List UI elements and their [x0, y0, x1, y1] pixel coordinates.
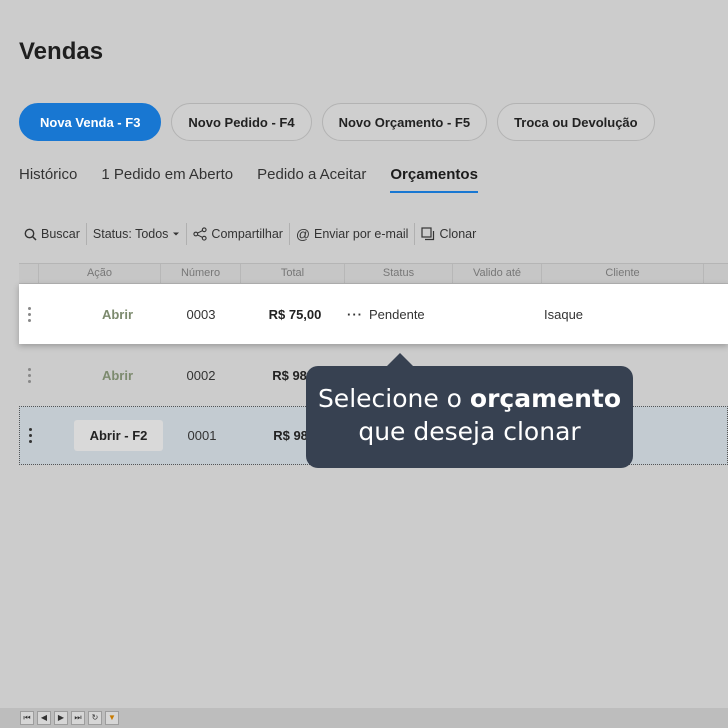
tooltip-line-1: Selecione o orçamento: [306, 382, 633, 415]
column-header-client[interactable]: Cliente: [542, 264, 704, 283]
clone-label: Clonar: [439, 227, 477, 241]
more-horizontal-icon: ···: [347, 306, 363, 322]
refresh-icon[interactable]: ↻: [88, 711, 102, 725]
share-icon: [193, 227, 208, 241]
row-menu-icon[interactable]: [20, 407, 40, 464]
email-label: Enviar por e-mail: [313, 227, 409, 241]
column-header-action[interactable]: Ação: [39, 264, 161, 283]
copy-icon: [421, 227, 435, 241]
first-page-icon[interactable]: ⏮: [20, 711, 34, 725]
search-button[interactable]: Buscar: [19, 227, 86, 241]
search-label: Buscar: [41, 227, 80, 241]
header-handle-cell: [19, 264, 39, 283]
tab-quotes[interactable]: Orçamentos: [390, 166, 478, 193]
caret-down-icon: [172, 227, 180, 241]
quote-total: R$ 75,00: [268, 306, 322, 322]
tab-bar: Histórico 1 Pedido em Aberto Pedido a Ac…: [19, 166, 502, 193]
exchange-return-button[interactable]: Troca ou Devolução: [497, 103, 655, 141]
grid-pager: ⏮ ◀ ▶ ⏭ ↻ ▼: [0, 708, 728, 728]
row-menu-icon[interactable]: [19, 345, 39, 405]
tab-open-orders[interactable]: 1 Pedido em Aberto: [101, 166, 233, 193]
tooltip-arrow: [386, 353, 414, 367]
at-sign-icon: @: [295, 226, 311, 242]
clone-button[interactable]: Clonar: [415, 227, 482, 241]
guide-tooltip: Selecione o orçamento que deseja clonar: [306, 353, 633, 468]
prev-page-icon[interactable]: ◀: [37, 711, 51, 725]
status-filter-dropdown[interactable]: Status: Todos: [87, 227, 187, 241]
share-button[interactable]: Compartilhar: [187, 227, 289, 241]
quote-client: Isaque: [544, 306, 584, 322]
action-bar: Nova Venda - F3 Novo Pedido - F4 Novo Or…: [19, 103, 655, 141]
grid-toolbar: Buscar Status: Todos Compartilhar @ Envi…: [19, 220, 482, 248]
new-sale-button[interactable]: Nova Venda - F3: [19, 103, 162, 141]
next-page-icon[interactable]: ▶: [54, 711, 68, 725]
email-button[interactable]: @ Enviar por e-mail: [290, 226, 414, 242]
table-row[interactable]: Abrir 0003 R$ 75,00 ··· Pendente Isaque: [19, 284, 728, 344]
page-title: Vendas: [19, 38, 104, 65]
column-header-valid-until[interactable]: Valido até: [453, 264, 542, 283]
column-header-total[interactable]: Total: [241, 264, 345, 283]
tooltip-text: Selecione o: [317, 384, 470, 413]
row-menu-icon[interactable]: [19, 284, 39, 344]
open-quote-button[interactable]: Abrir - F2: [73, 420, 164, 451]
tooltip-line-2: que deseja clonar: [358, 417, 581, 446]
search-icon: [23, 227, 37, 241]
tab-orders-to-accept[interactable]: Pedido a Aceitar: [257, 166, 366, 193]
grid-header: Ação Número Total Status Valido até Clie…: [19, 263, 728, 284]
status-filter-label: Status: Todos: [92, 227, 169, 241]
tab-history[interactable]: Histórico: [19, 166, 77, 193]
quote-number: 0003: [186, 306, 216, 322]
tooltip-emphasis: orçamento: [469, 384, 622, 413]
new-quote-button[interactable]: Novo Orçamento - F5: [321, 103, 488, 141]
quote-number: 0001: [187, 428, 217, 443]
last-page-icon[interactable]: ⏭: [71, 711, 85, 725]
filter-icon[interactable]: ▼: [105, 711, 119, 725]
share-label: Compartilhar: [211, 227, 283, 241]
column-header-number[interactable]: Número: [161, 264, 241, 283]
quote-status: ··· Pendente: [347, 284, 457, 344]
quote-number: 0002: [186, 367, 216, 383]
new-order-button[interactable]: Novo Pedido - F4: [171, 103, 312, 141]
column-header-status[interactable]: Status: [345, 264, 453, 283]
status-text: Pendente: [369, 306, 425, 322]
